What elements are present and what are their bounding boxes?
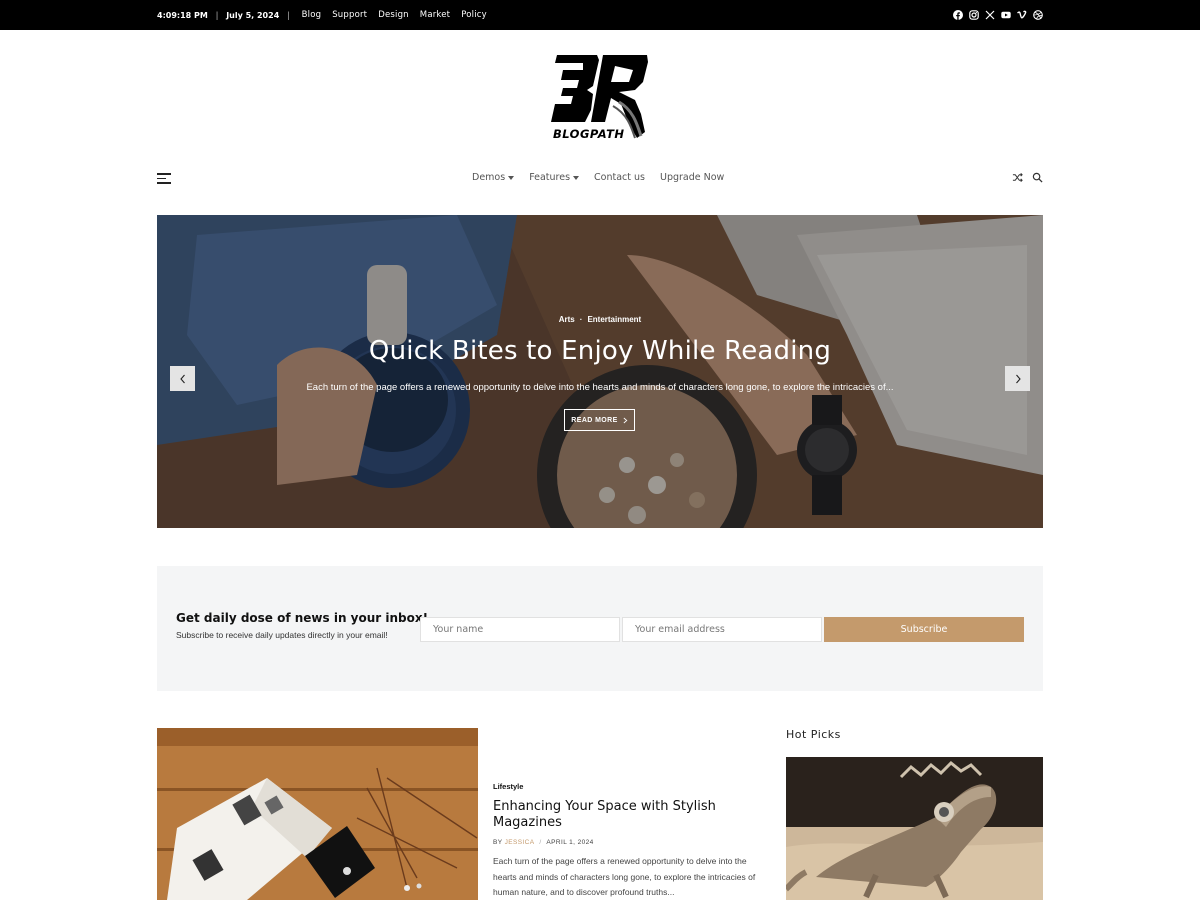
top-link-blog[interactable]: Blog — [302, 10, 322, 20]
nav-item-upgrade[interactable]: Upgrade Now — [660, 172, 724, 183]
newsletter-box: Get daily dose of news in your inbox! Su… — [157, 566, 1043, 691]
youtube-icon[interactable] — [1001, 10, 1011, 20]
chevron-right-icon — [623, 417, 628, 423]
hero-overlay — [157, 215, 1043, 528]
top-link-design[interactable]: Design — [378, 10, 409, 20]
instagram-icon[interactable] — [969, 10, 979, 20]
article-author[interactable]: JESSICA — [505, 839, 535, 846]
menu-icon[interactable] — [157, 173, 171, 185]
social-links — [953, 0, 1043, 30]
article-excerpt: Each turn of the page offers a renewed o… — [493, 856, 756, 897]
hot-pick-image[interactable] — [786, 757, 1043, 900]
hero-category-entertainment[interactable]: Entertainment — [587, 315, 641, 324]
top-link-support[interactable]: Support — [332, 10, 367, 20]
shuffle-icon[interactable] — [1012, 172, 1023, 183]
article-card: Lifestyle Enhancing Your Space with Styl… — [493, 782, 763, 900]
article-by-label: BY — [493, 839, 503, 846]
hero-category-arts[interactable]: Arts — [559, 315, 575, 324]
subscribe-button[interactable]: Subscribe — [824, 617, 1024, 642]
nav-item-label: Contact us — [594, 172, 645, 183]
article-meta: BY JESSICA / APRIL 1, 2024 — [493, 839, 763, 846]
article-category[interactable]: Lifestyle — [493, 782, 763, 791]
email-input[interactable] — [622, 617, 822, 642]
hero-title[interactable]: Quick Bites to Enjoy While Reading — [157, 336, 1043, 366]
name-input[interactable] — [420, 617, 620, 642]
chevron-right-icon — [1015, 374, 1021, 383]
x-twitter-icon[interactable] — [985, 10, 995, 20]
nav-item-contact[interactable]: Contact us — [594, 172, 645, 183]
hero-slider: Arts · Entertainment Quick Bites to Enjoy … — [157, 215, 1043, 528]
search-icon[interactable] — [1032, 172, 1043, 183]
category-separator: · — [579, 315, 583, 324]
nav-actions — [1012, 172, 1043, 183]
newsletter-subtext: Subscribe to receive daily updates direc… — [176, 630, 388, 640]
meta-separator: / — [539, 839, 542, 846]
article-title[interactable]: Enhancing Your Space with Stylish Magazi… — [493, 799, 763, 831]
top-bar: 4:09:18 PM | July 5, 2024 | Blog Support… — [0, 0, 1200, 30]
nav-menu: Demos Features Contact us Upgrade Now — [472, 172, 724, 183]
top-bar-separator: | — [287, 10, 290, 20]
vimeo-icon[interactable] — [1017, 10, 1027, 20]
current-time: 4:09:18 PM — [157, 10, 208, 20]
slider-prev-button[interactable] — [170, 366, 195, 391]
caret-down-icon — [508, 175, 515, 180]
dribbble-icon[interactable] — [1033, 10, 1043, 20]
slider-next-button[interactable] — [1005, 366, 1030, 391]
top-links: Blog Support Design Market Policy — [302, 10, 487, 20]
article-image[interactable] — [157, 728, 478, 900]
hero-excerpt: Each turn of the page offers a renewed o… — [306, 382, 894, 393]
article-date: APRIL 1, 2024 — [546, 839, 594, 846]
top-bar-separator: | — [215, 10, 219, 20]
top-link-policy[interactable]: Policy — [461, 10, 487, 20]
nav-item-features[interactable]: Features — [529, 172, 580, 183]
facebook-icon[interactable] — [953, 10, 963, 20]
read-more-button[interactable]: READ MORE — [564, 409, 635, 431]
caret-down-icon — [573, 175, 580, 180]
chevron-left-icon — [179, 374, 185, 383]
current-date: July 5, 2024 — [226, 10, 280, 20]
nav-item-label: Upgrade Now — [660, 172, 725, 183]
top-bar-left: 4:09:18 PM | July 5, 2024 | Blog Support… — [157, 0, 487, 30]
brand-name: BLOGPATH — [553, 127, 625, 141]
read-more-label: READ MORE — [571, 416, 618, 424]
hero-categories: Arts · Entertainment — [157, 315, 1043, 324]
newsletter-heading: Get daily dose of news in your inbox! — [176, 611, 429, 625]
top-link-market[interactable]: Market — [420, 10, 450, 20]
sidebar-title: Hot Picks — [786, 728, 841, 741]
main-nav: Demos Features Contact us Upgrade Now — [157, 168, 1043, 190]
nav-item-label: Features — [529, 172, 571, 183]
nav-item-demos[interactable]: Demos — [472, 172, 515, 183]
nav-item-label: Demos — [472, 172, 506, 183]
